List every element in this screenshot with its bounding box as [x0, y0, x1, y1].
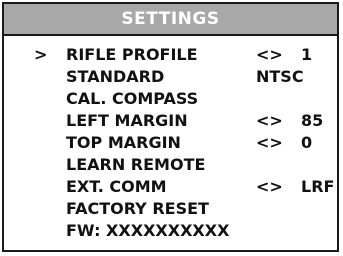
adjust-arrows-icon: <> [256, 45, 283, 64]
menu-item-value: 0 [301, 133, 313, 152]
menu-item-label: LEFT MARGIN [66, 111, 188, 130]
menu-item-factory-reset[interactable]: FACTORY RESET [4, 198, 337, 220]
menu-item-value: 85 [301, 111, 324, 130]
menu-item-standard[interactable]: STANDARD NTSC [4, 66, 337, 88]
menu-item-cal-compass[interactable]: CAL. COMPASS [4, 88, 337, 110]
menu-item-label: RIFLE PROFILE [66, 45, 198, 64]
menu-item-top-margin[interactable]: TOP MARGIN <> 0 [4, 132, 337, 154]
menu-item-learn-remote[interactable]: LEARN REMOTE [4, 154, 337, 176]
adjust-arrows-icon: <> [256, 177, 283, 196]
menu-item-ext-comm[interactable]: EXT. COMM <> LRF [4, 176, 337, 198]
menu-item-rifle-profile[interactable]: > RIFLE PROFILE <> 1 [4, 44, 337, 66]
menu-title: SETTINGS [121, 9, 220, 29]
adjust-arrows-icon: <> [256, 133, 283, 152]
menu-item-label: CAL. COMPASS [66, 89, 199, 108]
menu-item-label: FACTORY RESET [66, 199, 209, 218]
adjust-arrows-icon: <> [256, 111, 283, 130]
menu-item-label: TOP MARGIN [66, 133, 181, 152]
menu-item-label: EXT. COMM [66, 177, 167, 196]
menu-item-label: STANDARD [66, 67, 165, 86]
menu-title-bar: SETTINGS [4, 4, 337, 36]
menu-item-value: NTSC [256, 67, 304, 86]
selection-cursor-icon: > [34, 45, 48, 64]
settings-menu: SETTINGS > RIFLE PROFILE <> 1 STANDARD N… [2, 2, 339, 252]
firmware-label: FW: XXXXXXXXXX [66, 221, 230, 240]
menu-item-left-margin[interactable]: LEFT MARGIN <> 85 [4, 110, 337, 132]
menu-item-value: LRF [301, 177, 335, 196]
menu-item-value: 1 [301, 45, 313, 64]
menu-item-label: LEARN REMOTE [66, 155, 206, 174]
firmware-version: FW: XXXXXXXXXX [4, 220, 337, 242]
